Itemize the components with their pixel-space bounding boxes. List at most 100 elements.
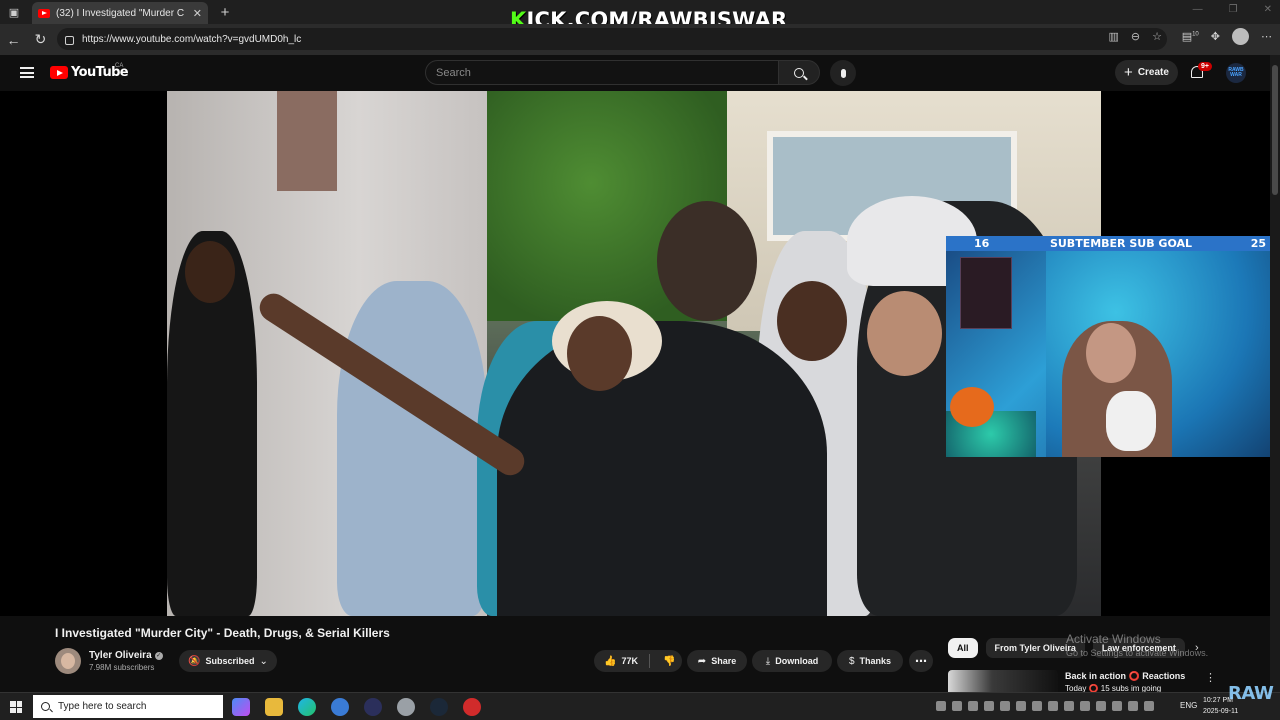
scrollbar-thumb[interactable]: [1272, 65, 1278, 195]
subscriber-count: 7.98M subscribers: [89, 663, 155, 672]
tray-icon[interactable]: [968, 701, 978, 711]
app-icon[interactable]: [331, 698, 349, 716]
file-explorer-icon[interactable]: [265, 698, 283, 716]
settings-gear-icon[interactable]: [397, 698, 415, 716]
zoom-icon[interactable]: ⊖: [1131, 30, 1140, 43]
tray-icon[interactable]: [1032, 701, 1042, 711]
recommendation-more-icon[interactable]: ⋮: [1205, 671, 1216, 684]
favorite-star-icon[interactable]: ☆: [1152, 30, 1162, 43]
tray-icon[interactable]: [1000, 701, 1010, 711]
tray-icon[interactable]: [1016, 701, 1026, 711]
subscribed-button[interactable]: 🔕 Subscribed ⌄: [179, 650, 277, 672]
scene-face: [777, 281, 847, 361]
windows-start-icon[interactable]: [10, 701, 22, 713]
app-icon[interactable]: [364, 698, 382, 716]
more-actions-button[interactable]: ⋯: [909, 650, 933, 672]
reader-view-icon[interactable]: ▥: [1109, 30, 1119, 43]
tab-actions-icon[interactable]: ▣: [0, 0, 28, 24]
webcam-cat: [1106, 391, 1156, 451]
search-input[interactable]: [436, 66, 756, 79]
like-icon[interactable]: 👍: [604, 656, 616, 667]
lock-icon: [65, 35, 74, 45]
browser-toolbar: ← ↻ https://www.youtube.com/watch?v=gvdU…: [0, 24, 1280, 55]
scene-head: [657, 201, 757, 321]
extensions-area: ▤10 ✥ ⋯: [1182, 28, 1272, 45]
youtube-favicon-icon: [38, 8, 50, 18]
plus-icon: +: [1124, 64, 1133, 81]
sub-goal-target: 25: [1250, 237, 1266, 250]
search-icon: [794, 67, 804, 78]
tray-icon[interactable]: [1048, 701, 1058, 711]
extensions-puzzle-icon[interactable]: ✥: [1211, 30, 1220, 43]
activate-windows-watermark: Activate Windows Go to Settings to activ…: [1066, 632, 1209, 658]
verified-check-icon: ✓: [154, 651, 163, 660]
dislike-icon[interactable]: 👎: [663, 656, 675, 667]
channel-avatar[interactable]: [55, 648, 81, 674]
new-tab-button[interactable]: +: [214, 4, 236, 21]
hamburger-menu-icon[interactable]: [20, 67, 34, 78]
webcam-poster: [960, 257, 1012, 329]
page-scrollbar[interactable]: [1270, 55, 1280, 692]
webcam-pumpkin: [950, 387, 994, 427]
chevron-down-icon: ⌄: [259, 655, 268, 667]
steam-icon[interactable]: [430, 698, 448, 716]
browser-menu-icon[interactable]: ⋯: [1261, 30, 1272, 43]
raw-corner-badge: RAW: [1228, 683, 1274, 704]
create-button[interactable]: + Create: [1115, 60, 1178, 85]
thanks-dollar-icon: $: [848, 655, 855, 667]
tray-icon[interactable]: [1064, 701, 1074, 711]
back-button[interactable]: ←: [0, 32, 27, 48]
maximize-icon[interactable]: ❐: [1229, 4, 1238, 15]
windows-taskbar: Type here to search ENG 10:27 PM 2025-09…: [0, 692, 1280, 720]
minimize-icon[interactable]: —: [1193, 4, 1203, 15]
recommendation-title[interactable]: Back in action ⭕ Reactions: [1065, 671, 1185, 682]
address-bar[interactable]: https://www.youtube.com/watch?v=gvdUMD0h…: [57, 28, 1167, 50]
share-button[interactable]: ➦ Share: [687, 650, 747, 672]
search-button[interactable]: [778, 60, 820, 85]
scene-window: [277, 91, 337, 191]
language-indicator[interactable]: ENG: [1180, 701, 1197, 710]
account-avatar[interactable]: RAWB WAR: [1226, 63, 1246, 83]
taskbar-search[interactable]: Type here to search: [33, 695, 223, 718]
thanks-button[interactable]: $ Thanks: [837, 650, 903, 672]
youtube-play-icon: [50, 66, 68, 79]
copilot-app-icon[interactable]: [232, 698, 250, 716]
scene-face: [567, 316, 632, 391]
download-icon: ⤓: [765, 655, 771, 667]
close-window-icon[interactable]: ✕: [1264, 4, 1272, 15]
taskbar-apps: [232, 698, 481, 716]
scene-person: [497, 321, 827, 616]
tray-icon[interactable]: [1096, 701, 1106, 711]
speaker-icon[interactable]: [1144, 701, 1154, 711]
refresh-button[interactable]: ↻: [27, 31, 54, 48]
close-tab-icon[interactable]: ✕: [193, 7, 202, 20]
tray-icon[interactable]: [1112, 701, 1122, 711]
chip-all[interactable]: All: [948, 638, 978, 658]
tray-icon[interactable]: [936, 701, 946, 711]
sub-goal-title: SUBTEMBER SUB GOAL: [1049, 237, 1193, 250]
channel-name[interactable]: Tyler Oliveira ✓: [89, 650, 163, 661]
recommendation-thumbnail[interactable]: [948, 670, 1058, 692]
app-icon[interactable]: [463, 698, 481, 716]
taskbar-search-icon: [41, 702, 50, 711]
share-arrow-icon: ➦: [697, 655, 707, 667]
edge-browser-icon[interactable]: [298, 698, 316, 716]
voice-search-button[interactable]: [830, 60, 856, 86]
like-count[interactable]: 77K: [621, 656, 638, 666]
tray-icon[interactable]: [952, 701, 962, 711]
like-separator: [648, 654, 650, 668]
extension-icon[interactable]: ▤10: [1182, 30, 1199, 43]
tray-icon[interactable]: [1128, 701, 1138, 711]
region-code: CA: [115, 63, 124, 69]
webcam-streamer-head: [1086, 323, 1136, 383]
streamer-webcam: [946, 251, 1280, 457]
profile-avatar[interactable]: [1232, 28, 1249, 45]
browser-tab[interactable]: (32) I Investigated "Murder C ✕: [32, 2, 208, 24]
recommendation-subtitle: Today ⭕ 15 subs im going: [1065, 684, 1162, 692]
tray-icon[interactable]: [1080, 701, 1090, 711]
download-button[interactable]: ⤓ Download: [752, 650, 832, 672]
window-controls: — ❐ ✕: [1193, 4, 1272, 15]
tray-icon[interactable]: [984, 701, 994, 711]
notification-badge: 9+: [1198, 62, 1212, 71]
address-bar-tools: ▥ ⊖ ☆: [1109, 30, 1163, 43]
